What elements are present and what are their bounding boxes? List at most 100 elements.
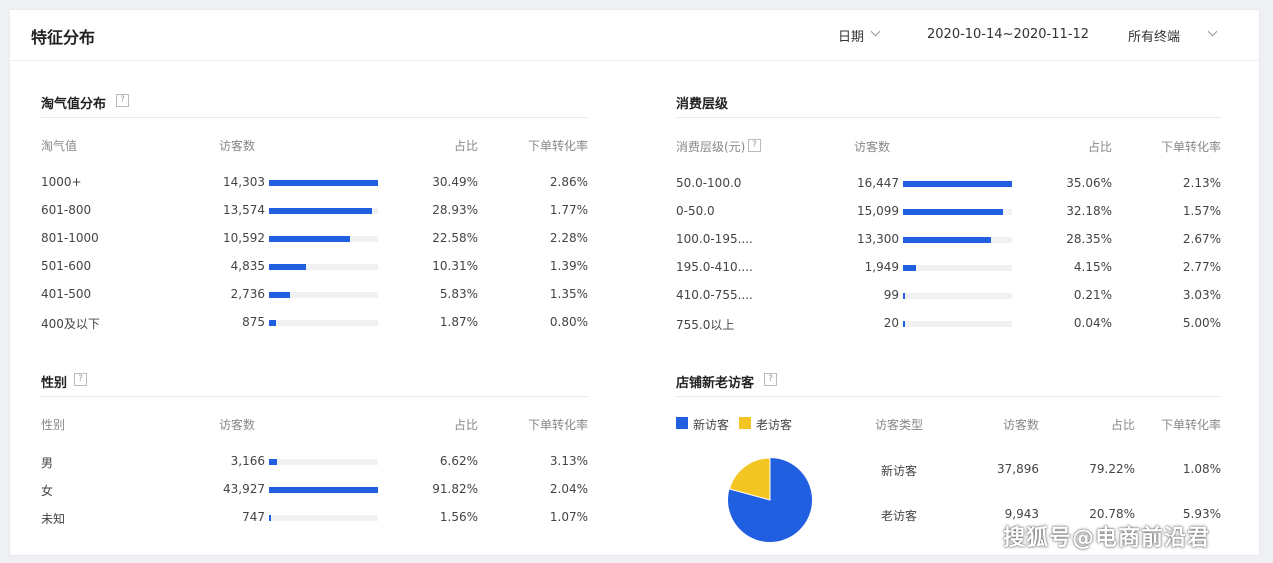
bar-track	[903, 181, 1012, 187]
table-row: 1000+ 14,303 30.49% 2.86%	[41, 175, 588, 195]
bar-fill	[269, 180, 378, 186]
help-icon[interactable]: ?	[764, 373, 777, 386]
conversion-rate: 3.13%	[549, 454, 588, 468]
bar-track	[903, 237, 1012, 243]
row-label: 未知	[41, 512, 66, 526]
conversion-rate: 5.93%	[1182, 507, 1221, 521]
panel-title: 消费层级	[676, 97, 729, 112]
legend-label-new[interactable]: 新访客	[693, 416, 729, 433]
row-label: 女	[41, 484, 54, 498]
table-row: 50.0-100.0 16,447 35.06% 2.13%	[676, 176, 1221, 196]
share-value: 0.04%	[1073, 316, 1112, 330]
visitor-count: 9,943	[1004, 507, 1039, 521]
row-label: 801-1000	[41, 231, 99, 245]
column-header: 占比	[453, 418, 478, 432]
bar-fill	[903, 181, 1012, 187]
visitor-count: 13,300	[857, 232, 899, 246]
conversion-rate: 2.67%	[1182, 232, 1221, 246]
table-row: 601-800 13,574 28.93% 1.77%	[41, 203, 588, 223]
legend-swatch-new	[676, 417, 688, 429]
row-label: 410.0-755....	[676, 288, 753, 302]
row-label: 0-50.0	[676, 204, 715, 218]
bar-track	[269, 180, 378, 186]
card-header: 特征分布 日期 2020-10-14~2020-11-12 所有终端	[10, 10, 1259, 61]
visitor-count: 747	[242, 510, 265, 524]
date-label: 日期	[838, 30, 865, 45]
share-value: 0.21%	[1073, 288, 1112, 302]
conversion-rate: 3.03%	[1182, 288, 1221, 302]
legend-label-old[interactable]: 老访客	[756, 416, 792, 433]
bar-fill	[903, 209, 1003, 215]
column-header: 占比	[1110, 418, 1135, 432]
share-value: 35.06%	[1066, 176, 1112, 190]
watermark: 搜狐号@电商前沿君	[1003, 526, 1211, 551]
share-value: 91.82%	[432, 482, 478, 496]
column-header: 访客数	[1002, 418, 1039, 432]
column-header: 消费层级(元)	[676, 140, 746, 154]
help-icon[interactable]: ?	[116, 94, 129, 107]
bar-track	[269, 264, 378, 270]
table-row: 未知 747 1.56% 1.07%	[41, 510, 588, 530]
visitor-count: 875	[242, 315, 265, 329]
table-row: 400及以下 875 1.87% 0.80%	[41, 315, 588, 335]
chevron-down-icon[interactable]	[870, 26, 881, 37]
share-value: 4.15%	[1073, 260, 1112, 274]
column-header: 下单转化率	[1160, 418, 1221, 432]
visitor-count: 14,303	[223, 175, 265, 189]
bar-track	[269, 487, 378, 493]
table-row: 女 43,927 91.82% 2.04%	[41, 482, 588, 502]
share-value: 6.62%	[439, 454, 478, 468]
bar-track	[269, 292, 378, 298]
conversion-rate: 1.57%	[1182, 204, 1221, 218]
date-range-picker[interactable]: 2020-10-14~2020-11-12	[927, 27, 1089, 42]
bar-track	[269, 320, 378, 326]
column-header: 访客数	[854, 140, 891, 154]
conversion-rate: 1.07%	[549, 510, 588, 524]
terminal-dropdown[interactable]: 所有终端	[1128, 26, 1180, 45]
share-value: 28.35%	[1066, 232, 1112, 246]
date-granularity-dropdown[interactable]: 日期	[838, 26, 864, 45]
column-header: 下单转化率	[1160, 140, 1221, 154]
visitor-type: 老访客	[881, 509, 918, 523]
visitor-count: 15,099	[857, 204, 899, 218]
table-row: 401-500 2,736 5.83% 1.35%	[41, 287, 588, 307]
table-row: 801-1000 10,592 22.58% 2.28%	[41, 231, 588, 251]
column-header: 访客数	[219, 418, 256, 432]
visitor-count: 4,835	[230, 259, 265, 273]
bar-fill	[269, 515, 271, 521]
row-label: 400及以下	[41, 317, 100, 331]
conversion-rate: 1.39%	[549, 259, 588, 273]
bar-track	[903, 293, 1012, 299]
help-icon[interactable]: ?	[748, 139, 761, 152]
row-label: 50.0-100.0	[676, 176, 742, 190]
visitor-count: 1,949	[864, 260, 899, 274]
share-value: 32.18%	[1066, 204, 1112, 218]
share-value: 1.87%	[439, 315, 478, 329]
column-header: 占比	[453, 139, 478, 153]
share-value: 22.58%	[432, 231, 478, 245]
gender-panel: 性别 ? 性别 访客数 占比 下单转化率 男 3,166 6.62% 3.13% 女 43…	[41, 372, 588, 532]
visitor-count: 16,447	[857, 176, 899, 190]
table-row: 501-600 4,835 10.31% 1.39%	[41, 259, 588, 279]
visitor-count: 43,927	[223, 482, 265, 496]
bar-fill	[269, 264, 306, 270]
table-row: 新访客 37,896 79.22% 1.08%	[676, 462, 1221, 482]
conversion-rate: 2.13%	[1182, 176, 1221, 190]
conversion-rate: 1.35%	[549, 287, 588, 301]
visitor-count: 13,574	[223, 203, 265, 217]
bar-fill	[903, 321, 905, 327]
consumption-panel: 消费层级 消费层级(元) ? 访客数 占比 下单转化率 50.0-100.0 16…	[676, 93, 1221, 333]
share-value: 10.31%	[432, 259, 478, 273]
bar-track	[269, 459, 378, 465]
row-label: 755.0以上	[676, 318, 735, 332]
chevron-down-icon[interactable]	[1207, 26, 1218, 37]
panel-title: 店铺新老访客	[676, 376, 755, 391]
bar-track	[269, 208, 378, 214]
conversion-rate: 5.00%	[1182, 316, 1221, 330]
bar-track	[269, 515, 378, 521]
table-row: 755.0以上 20 0.04% 5.00%	[676, 316, 1221, 336]
visitor-count: 3,166	[230, 454, 265, 468]
bar-track	[903, 265, 1012, 271]
help-icon[interactable]: ?	[74, 373, 87, 386]
column-header: 访客类型	[875, 418, 924, 432]
